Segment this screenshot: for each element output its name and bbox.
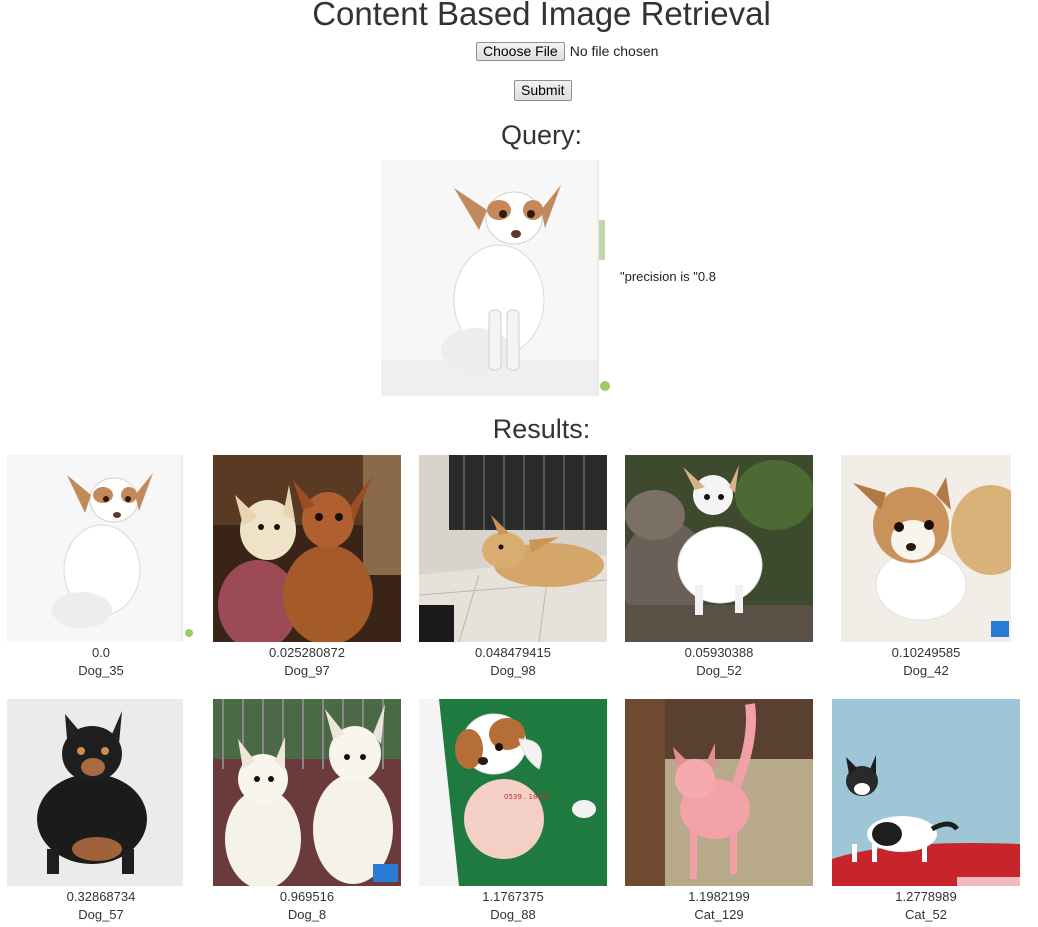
result-item: 0.0 Dog_35 bbox=[1, 455, 201, 680]
result-image bbox=[625, 699, 813, 886]
page: Content Based Image Retrieval Choose Fil… bbox=[0, 0, 1038, 927]
result-image bbox=[419, 455, 607, 642]
result-score: 0.969516 bbox=[279, 889, 335, 904]
result-label: Dog_57 bbox=[78, 907, 124, 922]
result-item: 0539 . 18440 1.1767375 Dog_88 bbox=[413, 699, 613, 924]
result-score: 0.10249585 bbox=[891, 645, 961, 660]
result-score: 0.025280872 bbox=[269, 645, 345, 660]
result-score: 1.1982199 bbox=[688, 889, 750, 904]
result-label: Dog_42 bbox=[903, 663, 949, 678]
result-label: Dog_35 bbox=[78, 663, 124, 678]
result-image bbox=[832, 699, 1020, 886]
result-label: Cat_52 bbox=[905, 907, 947, 922]
choose-file-button[interactable]: Choose File bbox=[476, 41, 565, 61]
precision-text: "precision is "0.8 bbox=[620, 269, 716, 284]
submit-button[interactable]: Submit bbox=[514, 80, 572, 101]
result-item: 0.969516 Dog_8 bbox=[207, 699, 407, 924]
result-score: 1.1767375 bbox=[482, 889, 544, 904]
result-score: 0.048479415 bbox=[475, 645, 551, 660]
result-item: 0.10249585 Dog_42 bbox=[826, 455, 1026, 680]
file-status-text: No file chosen bbox=[569, 43, 659, 59]
result-label: Dog_98 bbox=[490, 663, 536, 678]
result-item: 0.048479415 Dog_98 bbox=[413, 455, 613, 680]
page-title: Content Based Image Retrieval bbox=[312, 0, 771, 32]
result-item: 0.025280872 Dog_97 bbox=[207, 455, 407, 680]
result-item: 0.32868734 Dog_57 bbox=[1, 699, 201, 924]
result-label: Dog_97 bbox=[284, 663, 330, 678]
result-image bbox=[7, 455, 195, 642]
result-image bbox=[213, 699, 401, 886]
query-heading: Query: bbox=[500, 120, 583, 150]
svg-text:0539 . 18440: 0539 . 18440 bbox=[504, 793, 551, 801]
result-label: Dog_52 bbox=[696, 663, 742, 678]
result-image bbox=[841, 455, 1011, 642]
result-image: 0539 . 18440 bbox=[419, 699, 607, 886]
results-heading: Results: bbox=[492, 414, 591, 444]
result-score: 0.0 bbox=[91, 645, 111, 660]
result-score: 0.32868734 bbox=[66, 889, 136, 904]
result-label: Dog_8 bbox=[287, 907, 327, 922]
result-label: Dog_88 bbox=[490, 907, 536, 922]
result-score: 0.05930388 bbox=[684, 645, 754, 660]
result-image bbox=[213, 455, 401, 642]
file-upload: Choose File No file chosen bbox=[476, 41, 658, 61]
result-label: Cat_129 bbox=[694, 907, 744, 922]
result-image bbox=[625, 455, 813, 642]
result-item: 1.1982199 Cat_129 bbox=[619, 699, 819, 924]
query-image bbox=[381, 160, 614, 396]
result-image bbox=[7, 699, 195, 886]
result-score: 1.2778989 bbox=[895, 889, 957, 904]
result-item: 1.2778989 Cat_52 bbox=[826, 699, 1026, 924]
result-item: 0.05930388 Dog_52 bbox=[619, 455, 819, 680]
